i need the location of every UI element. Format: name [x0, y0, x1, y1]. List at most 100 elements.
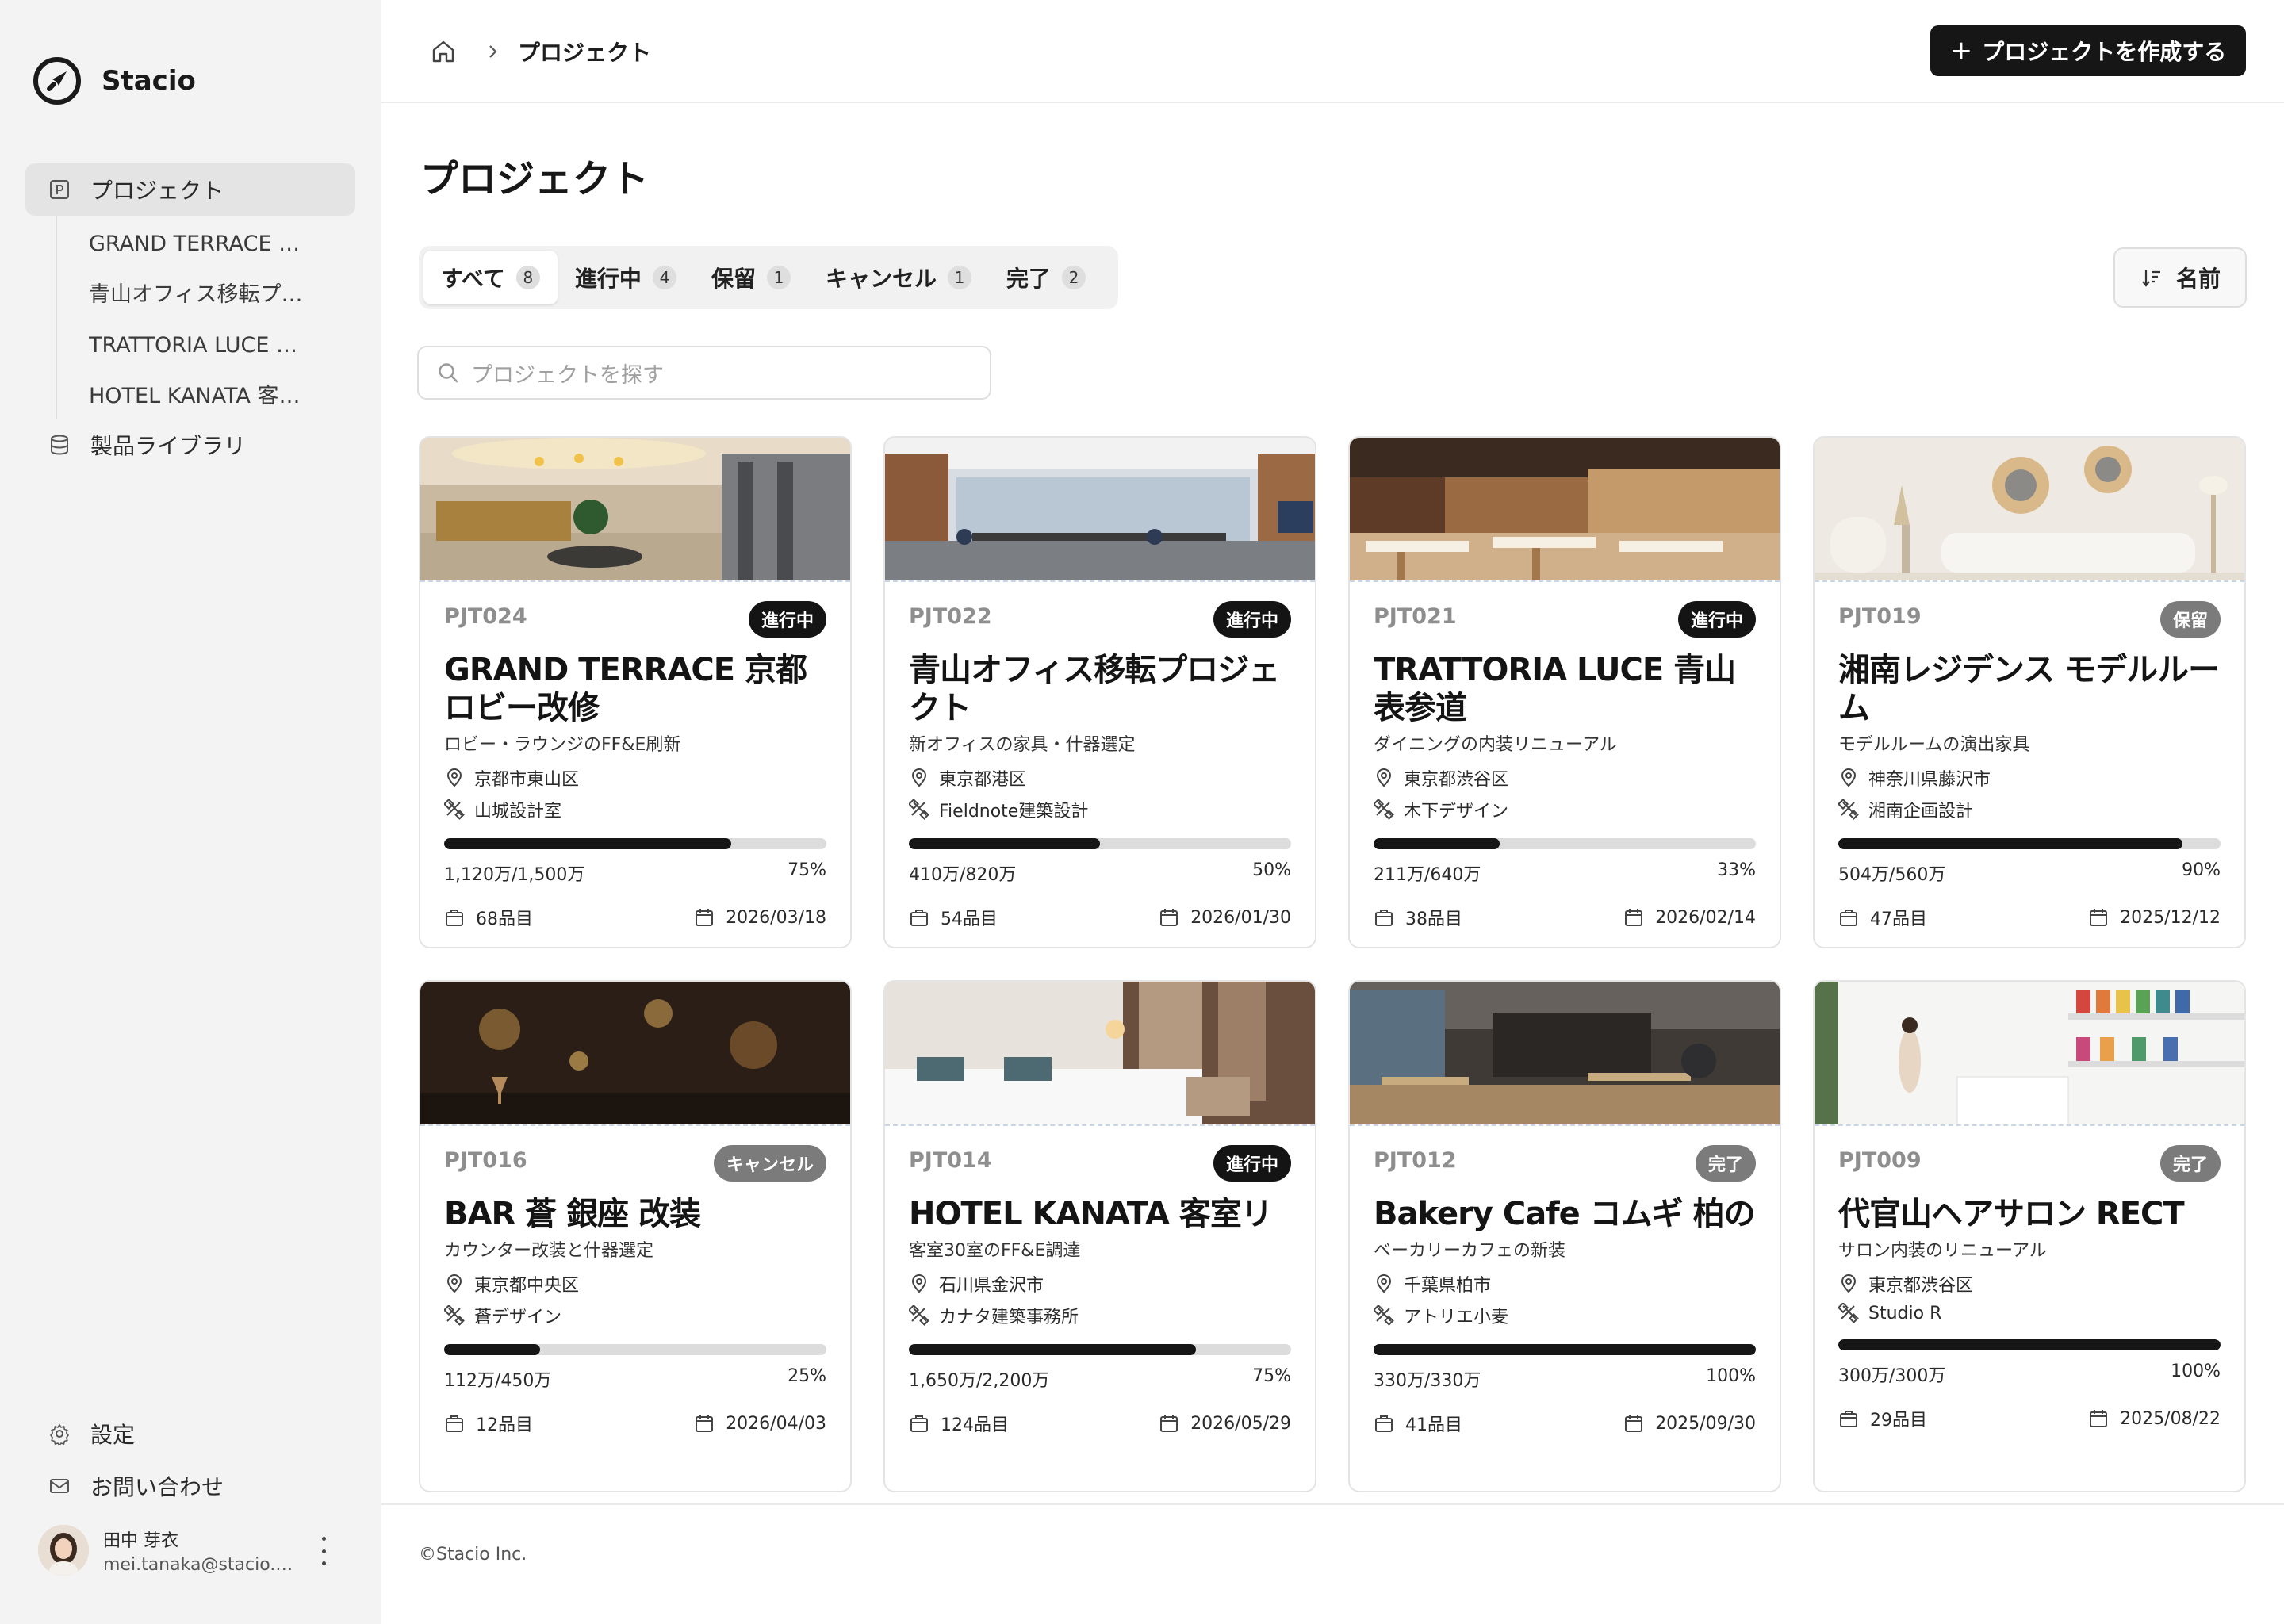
project-code: PJT021 — [1374, 604, 1457, 629]
project-code: PJT024 — [444, 604, 527, 629]
brand[interactable]: Stacio — [32, 56, 196, 106]
user-info: 田中 芽衣 mei.tanaka@stacio.c… — [103, 1526, 301, 1575]
sidebar-subitem-project[interactable]: TRATTORIA LUCE 表… — [57, 317, 355, 368]
page-title: プロジェクト — [420, 157, 650, 201]
card-body: PJT012 完了 Bakery Cafe コムギ 柏の葉ベーカリーカフェの新装千葉… — [1374, 1145, 1756, 1436]
project-card[interactable]: PJT014 進行中 HOTEL KANATA 客室リノベ客室30室のFF&E調達石… — [883, 980, 1316, 1492]
project-title: 青山オフィス移転プロジェクト — [909, 652, 1280, 726]
budget-amount: 1,120万/1,500万 — [444, 865, 585, 885]
project-location: 神奈川県藤沢市 — [1838, 765, 2221, 791]
chevron-right-icon — [489, 45, 497, 58]
more-vertical-icon[interactable] — [316, 1537, 331, 1565]
card-footer: 12品目 2026/04/03 — [444, 1411, 826, 1436]
plus-icon: + — [1949, 35, 1973, 67]
project-code: PJT014 — [909, 1148, 992, 1173]
budget-progress-bar — [1374, 1344, 1756, 1355]
budget-amount: 300万/300万 — [1838, 1366, 1946, 1386]
box-icon — [910, 910, 928, 926]
sidebar-subitem-project[interactable]: 青山オフィス移転プ… — [57, 266, 355, 317]
project-location: 東京都渋谷区 — [1838, 1271, 2221, 1297]
tools-icon — [1838, 1303, 1859, 1323]
tab-completed[interactable]: 完了 2 — [989, 251, 1103, 304]
item-count: 54品目 — [909, 905, 998, 930]
tools-icon — [1374, 799, 1394, 820]
budget-row: 300万/300万 100% — [1838, 1362, 2221, 1387]
calendar-icon — [696, 909, 714, 926]
sort-button[interactable]: 名前 — [2113, 247, 2247, 308]
project-designer: 山城設計室 — [444, 797, 826, 822]
tools-icon — [1838, 799, 1859, 820]
create-project-button[interactable]: + プロジェクトを作成する — [1930, 25, 2246, 76]
card-body: PJT014 進行中 HOTEL KANATA 客室リノベ客室30室のFF&E調達石… — [909, 1145, 1291, 1436]
status-badge: 進行中 — [1213, 1145, 1291, 1182]
location-pin-icon — [911, 768, 927, 787]
sidebar-item-label: 設定 — [90, 1422, 136, 1448]
app-name: Stacio — [102, 65, 196, 97]
search-placeholder: プロジェクトを探す — [471, 362, 664, 388]
status-badge: 進行中 — [1213, 601, 1291, 638]
project-photo — [420, 982, 850, 1126]
budget-amount: 211万/640万 — [1374, 865, 1481, 885]
avatar — [38, 1525, 89, 1576]
progress-fill — [909, 838, 1100, 849]
due-date: 2025/12/12 — [2088, 905, 2221, 930]
budget-progress-bar — [1838, 838, 2221, 849]
item-count-text: 29品目 — [1870, 1411, 1927, 1431]
project-card[interactable]: PJT024 進行中 GRAND TERRACE 京都 ロビー改修 ロビー・ラウンジの… — [419, 436, 852, 948]
sidebar-item-projects[interactable]: プロジェクト — [25, 163, 355, 216]
sidebar-item-library[interactable]: 製品ライブラリ — [25, 419, 355, 471]
project-code: PJT016 — [444, 1148, 527, 1173]
sidebar-item-contact[interactable]: お問い合わせ — [25, 1460, 355, 1512]
designer-text: Studio R — [1868, 1303, 1942, 1323]
project-card[interactable]: PJT009 完了 代官山ヘアサロン RECT サロン内装のリニューアル 東京都渋谷区 S… — [1813, 980, 2246, 1492]
item-count-text: 38品目 — [1405, 910, 1462, 929]
tools-icon — [444, 1305, 465, 1326]
sidebar-subitem-label: TRATTORIA LUCE 表… — [89, 332, 319, 358]
item-count-text: 54品目 — [941, 910, 998, 929]
project-card[interactable]: PJT019 保留 湘南レジデンス モデルルーム モデルルームの演出家具 神奈川県藤沢市… — [1813, 436, 2246, 948]
search-input[interactable]: プロジェクトを探す — [417, 346, 991, 400]
item-count-text: 47品目 — [1870, 910, 1927, 929]
project-photo — [420, 438, 850, 582]
project-location: 東京都渋谷区 — [1374, 765, 1756, 791]
project-description: モデルルームの演出家具 — [1838, 735, 2030, 755]
progress-fill — [1374, 1344, 1756, 1355]
sidebar-subitem-project[interactable]: HOTEL KANATA 客室… — [57, 368, 355, 419]
project-card[interactable]: PJT021 進行中 TRATTORIA LUCE 青山表参道 ダイニングの内装リニュ… — [1348, 436, 1781, 948]
sidebar-subitem-label: GRAND TERRACE 京… — [89, 231, 319, 256]
progress-fill — [1838, 1339, 2221, 1350]
designer-text: 山城設計室 — [474, 802, 562, 822]
calendar-icon — [2090, 909, 2108, 926]
card-footer: 54品目 2026/01/30 — [909, 905, 1291, 930]
user-profile[interactable]: 田中 芽衣 mei.tanaka@stacio.c… — [38, 1522, 347, 1578]
sidebar-item-settings[interactable]: 設定 — [25, 1408, 355, 1460]
due-date-text: 2026/02/14 — [1655, 907, 1756, 928]
project-title: TRATTORIA LUCE 青山表参道 — [1374, 652, 1736, 726]
home-icon[interactable] — [429, 37, 458, 66]
designer-text: アトリエ小麦 — [1404, 1308, 1509, 1327]
budget-amount: 504万/560万 — [1838, 865, 1946, 885]
copyright: ©Stacio Inc. — [419, 1545, 527, 1565]
designer-text: カナタ建築事務所 — [939, 1308, 1079, 1327]
card-body: PJT022 進行中 青山オフィス移転プロジェクト 新オフィスの家具・什器選定 東京都港… — [909, 601, 1291, 930]
location-pin-icon — [911, 1274, 927, 1293]
tab-all[interactable]: すべて 8 — [423, 251, 558, 304]
project-card[interactable]: PJT022 進行中 青山オフィス移転プロジェクト 新オフィスの家具・什器選定 東京都港… — [883, 436, 1316, 948]
location-text: 東京都渋谷区 — [1868, 1276, 1974, 1296]
item-count: 38品目 — [1374, 905, 1462, 930]
due-date: 2026/04/03 — [694, 1411, 826, 1436]
project-card[interactable]: PJT016 キャンセル BAR 蒼 銀座 改装 カウンター改装と什器選定 東京都中央区… — [419, 980, 852, 1492]
tab-on-hold[interactable]: 保留 1 — [694, 251, 808, 304]
tab-in-progress[interactable]: 進行中 4 — [558, 251, 694, 304]
due-date: 2025/09/30 — [1623, 1411, 1756, 1436]
due-date-text: 2025/08/22 — [2120, 1408, 2221, 1429]
project-title: 湘南レジデンス モデルルーム — [1838, 652, 2220, 726]
project-code: PJT019 — [1838, 604, 1922, 629]
project-code: PJT009 — [1838, 1148, 1922, 1173]
project-description: 客室30室のFF&E調達 — [909, 1241, 1081, 1261]
project-designer: アトリエ小麦 — [1374, 1303, 1756, 1328]
sidebar-subitem-project[interactable]: GRAND TERRACE 京… — [57, 216, 355, 266]
project-card[interactable]: PJT012 完了 Bakery Cafe コムギ 柏の葉ベーカリーカフェの新装千葉… — [1348, 980, 1781, 1492]
tab-cancelled[interactable]: キャンセル 1 — [808, 251, 989, 304]
item-count: 68品目 — [444, 905, 533, 930]
